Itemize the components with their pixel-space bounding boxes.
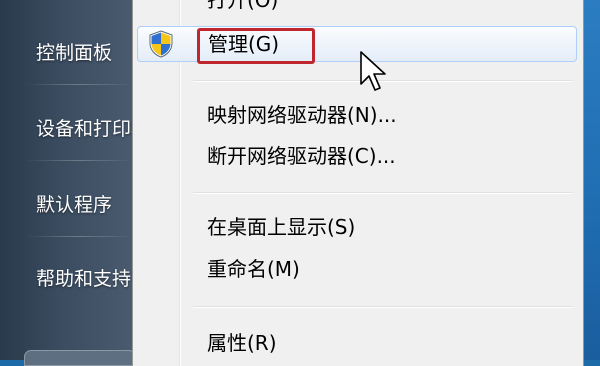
menu-item-label: 重命名(M) [207,257,300,281]
menu-item-label: 打开(O) [207,0,279,12]
shutdown-button-edge[interactable] [24,350,136,366]
start-menu-separator [24,160,134,161]
menu-separator [193,192,573,194]
menu-item-label: 映射网络驱动器(N)... [207,103,397,127]
start-item-control-panel[interactable]: 控制面板 [36,38,134,68]
start-menu-right-pane: 控制面板 设备和打印机 默认程序 帮助和支持 [0,0,136,366]
menu-item-show-on-desktop[interactable]: 在桌面上显示(S) [133,210,583,244]
menu-item-label: 断开网络驱动器(C)... [207,144,396,168]
menu-item-label: 属性(R) [207,331,277,355]
menu-item-properties[interactable]: 属性(R) [133,326,583,360]
start-item-default-programs[interactable]: 默认程序 [36,190,134,220]
context-menu: 打开(O) 管理(G) 映射网络驱动器(N)... 断开网络驱动器(C)... … [132,0,584,366]
menu-item-open[interactable]: 打开(O) [133,0,583,17]
desktop-background [583,0,600,360]
menu-item-disconnect-network-drive[interactable]: 断开网络驱动器(C)... [133,139,583,173]
menu-item-rename[interactable]: 重命名(M) [133,252,583,286]
start-menu-separator [24,84,134,85]
menu-item-manage[interactable]: 管理(G) [137,26,577,64]
menu-separator [193,306,573,308]
mouse-pointer-icon [360,51,386,91]
start-menu-separator [24,236,134,237]
menu-item-label: 在桌面上显示(S) [207,215,356,239]
start-item-devices-printers[interactable]: 设备和打印机 [36,114,134,144]
menu-item-map-network-drive[interactable]: 映射网络驱动器(N)... [133,98,583,132]
menu-item-label: 管理(G) [208,32,280,56]
uac-shield-icon [149,30,173,58]
start-item-help-support[interactable]: 帮助和支持 [36,264,134,294]
